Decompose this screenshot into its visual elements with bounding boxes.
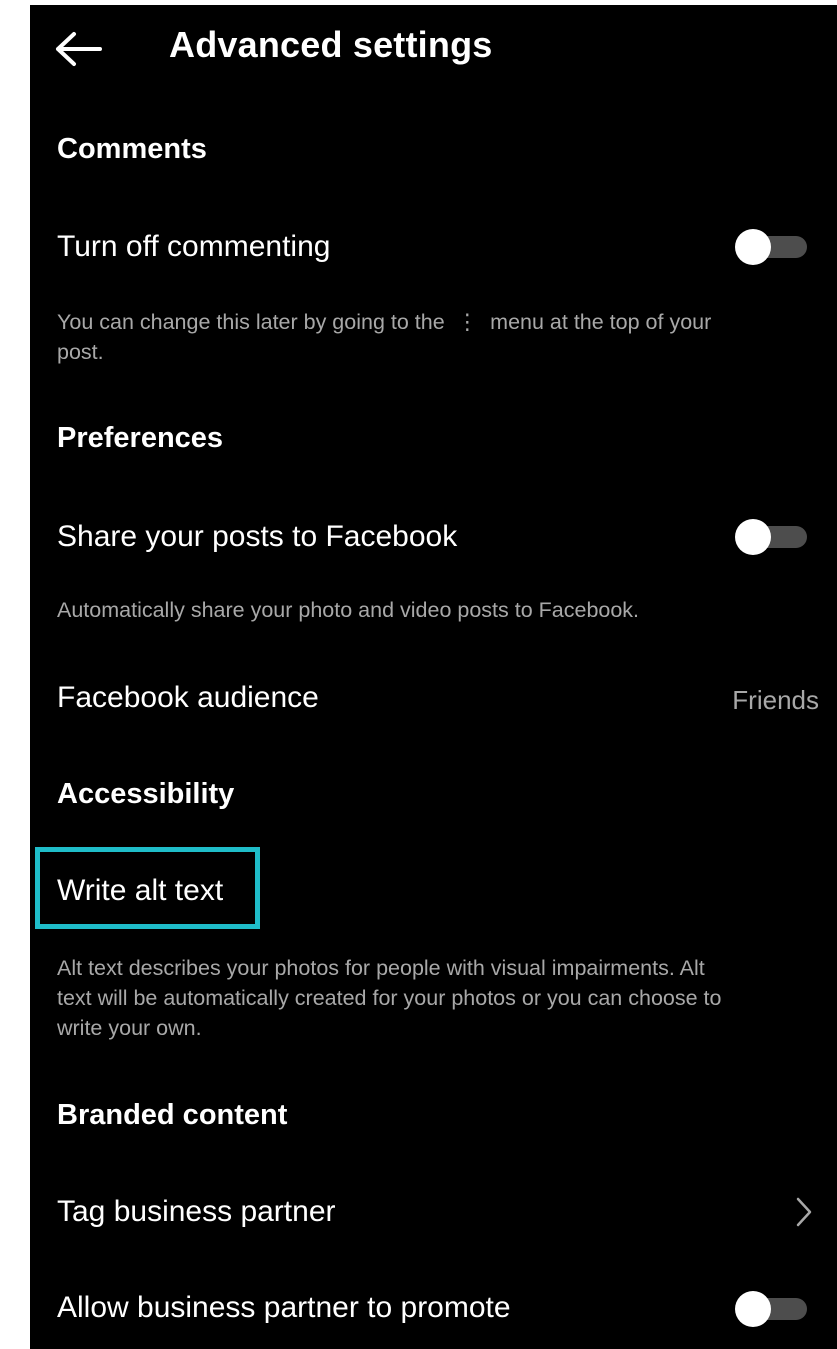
advanced-settings-screen: Advanced settings Comments Turn off comm… [30, 5, 837, 1349]
facebook-audience-label: Facebook audience [57, 681, 319, 714]
alt-text-description-line1: Alt text describes your photos for peopl… [57, 956, 705, 980]
toggle-knob [735, 519, 771, 555]
section-title-accessibility: Accessibility [57, 778, 235, 810]
back-button[interactable] [52, 23, 104, 75]
allow-partner-promote-label: Allow business partner to promote [57, 1291, 511, 1324]
toggle-knob [735, 229, 771, 265]
alt-text-description-line3: write your own. [57, 1016, 202, 1040]
commenting-description-line2: post. [57, 340, 104, 364]
section-title-preferences: Preferences [57, 422, 224, 454]
tag-business-partner-label: Tag business partner [57, 1195, 336, 1228]
alt-text-description-line2: text will be automatically created for y… [57, 986, 722, 1010]
kebab-menu-icon: ⋮ [456, 310, 479, 334]
turn-off-commenting-label: Turn off commenting [57, 230, 331, 263]
toggle-knob [735, 1291, 771, 1327]
page-title: Advanced settings [169, 24, 493, 65]
share-description-line: Automatically share your photo and video… [57, 598, 640, 622]
section-title-comments: Comments [57, 133, 207, 165]
commenting-description-part2: menu at the top of your [490, 310, 712, 334]
alt-text-description: Alt text describes your photos for peopl… [57, 953, 819, 1043]
commenting-description-line1: You can change this later by going to th… [57, 307, 819, 337]
chevron-right-icon [795, 1196, 813, 1228]
commenting-description: You can change this later by going to th… [57, 307, 819, 367]
share-to-facebook-toggle[interactable] [735, 519, 809, 555]
commenting-description-part1: You can change this later by going to th… [57, 310, 445, 334]
share-to-facebook-label: Share your posts to Facebook [57, 520, 458, 553]
highlight-box [35, 847, 260, 929]
section-title-branded-content: Branded content [57, 1099, 288, 1131]
turn-off-commenting-toggle[interactable] [735, 229, 809, 265]
share-to-facebook-description: Automatically share your photo and video… [57, 595, 819, 625]
allow-partner-promote-toggle[interactable] [735, 1291, 809, 1327]
facebook-audience-value: Friends [732, 685, 819, 715]
arrow-left-icon [56, 32, 102, 66]
